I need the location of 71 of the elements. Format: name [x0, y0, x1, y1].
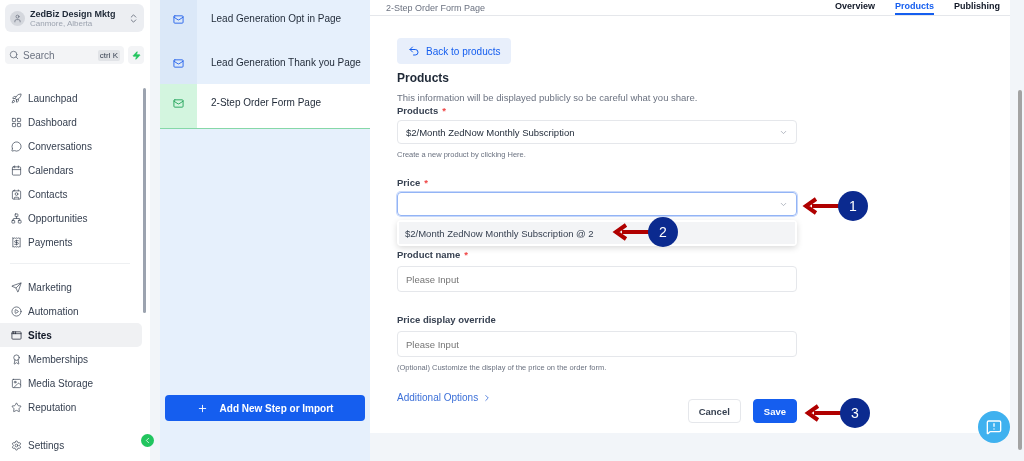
field-label: Products *: [397, 105, 447, 116]
nav-item[interactable]: Launchpad: [0, 86, 142, 110]
nav-item[interactable]: Reputation: [0, 395, 142, 419]
page-title: 2-Step Order Form Page: [386, 3, 486, 13]
required-mark: *: [424, 177, 428, 188]
nav-icon: [11, 116, 22, 128]
back-arrow-icon: [408, 45, 420, 57]
save-button[interactable]: Save: [752, 399, 797, 423]
feedback-icon: [986, 419, 1002, 435]
nav-icon: [11, 329, 22, 341]
tab[interactable]: Overview: [834, 1, 875, 15]
chevrons-icon: [128, 12, 139, 24]
nav-icon: [11, 92, 22, 104]
nav-item[interactable]: Conversations: [0, 134, 142, 158]
nav-icon: [11, 212, 22, 224]
nav-item[interactable]: Dashboard: [0, 110, 142, 134]
nav-icon: [11, 164, 22, 176]
account-switcher[interactable]: ZedBiz Design Mktg Canmore, Alberta: [5, 4, 144, 32]
field-label: Product name *: [397, 249, 470, 260]
nav-item[interactable]: Automation: [0, 299, 142, 323]
settings-item[interactable]: Settings: [0, 440, 65, 451]
cancel-button[interactable]: Cancel: [687, 399, 741, 423]
product-select[interactable]: $2/Month ZedNow Monthly Subscription: [397, 120, 797, 144]
collapse-button[interactable]: [141, 434, 154, 447]
shortcut-hint: ctrl K: [97, 49, 120, 61]
nav-item[interactable]: Payments: [0, 230, 142, 254]
feedback-button[interactable]: [978, 411, 1010, 443]
account-location: Canmore, Alberta: [30, 18, 94, 28]
step-item[interactable]: Lead Generation Opt in Page: [160, 0, 370, 44]
settings-icon: [11, 440, 22, 451]
mail-icon: [173, 58, 184, 69]
mail-icon: [173, 98, 184, 109]
search-placeholder: Search: [23, 49, 55, 61]
nav-icon: [11, 305, 22, 317]
nav-item[interactable]: Opportunities: [0, 206, 142, 230]
step-item[interactable]: Lead Generation Thank you Page: [160, 44, 370, 84]
field-label: Price *: [397, 177, 429, 188]
account-name: ZedBiz Design Mktg: [30, 8, 117, 19]
nav-item[interactable]: Media Storage: [0, 371, 142, 395]
tab[interactable]: Publishing: [954, 1, 1000, 15]
back-button[interactable]: Back to products: [397, 38, 512, 64]
avatar-icon: [10, 10, 25, 26]
search-field[interactable]: Search ctrl K: [5, 46, 124, 64]
nav-icon: [11, 140, 22, 152]
nav-icon: [11, 353, 22, 365]
mail-icon: [173, 14, 184, 25]
nav-item[interactable]: Calendars: [0, 158, 142, 182]
nav-item[interactable]: Sites: [0, 323, 142, 347]
field-label: Price display override: [397, 314, 497, 325]
nav-item[interactable]: Contacts: [0, 182, 142, 206]
chevron-left-icon: [143, 436, 152, 445]
nav-icon: [11, 377, 22, 389]
nav-icon: [11, 401, 22, 413]
price-select[interactable]: [397, 192, 797, 216]
quick-action-button[interactable]: [128, 46, 144, 64]
input-field[interactable]: Please Input: [397, 266, 797, 292]
nav-icon: [11, 281, 22, 293]
search-icon: [9, 50, 19, 60]
plus-icon: [196, 402, 208, 414]
input-field[interactable]: Please Input: [397, 331, 797, 357]
section-subtitle: This information will be displayed publicly so be careful what you share.: [397, 92, 699, 103]
nav-icon: [11, 236, 22, 248]
section-title: Products: [397, 71, 450, 85]
required-mark: *: [442, 105, 446, 116]
lightning-icon: [131, 50, 141, 60]
nav-item[interactable]: Marketing: [0, 275, 142, 299]
add-step-button[interactable]: Add New Step or Import: [165, 395, 365, 421]
nav-item[interactable]: Memberships: [0, 347, 142, 371]
nav-icon: [11, 188, 22, 200]
step-item[interactable]: 2-Step Order Form Page: [160, 84, 370, 129]
required-mark: *: [464, 249, 469, 260]
